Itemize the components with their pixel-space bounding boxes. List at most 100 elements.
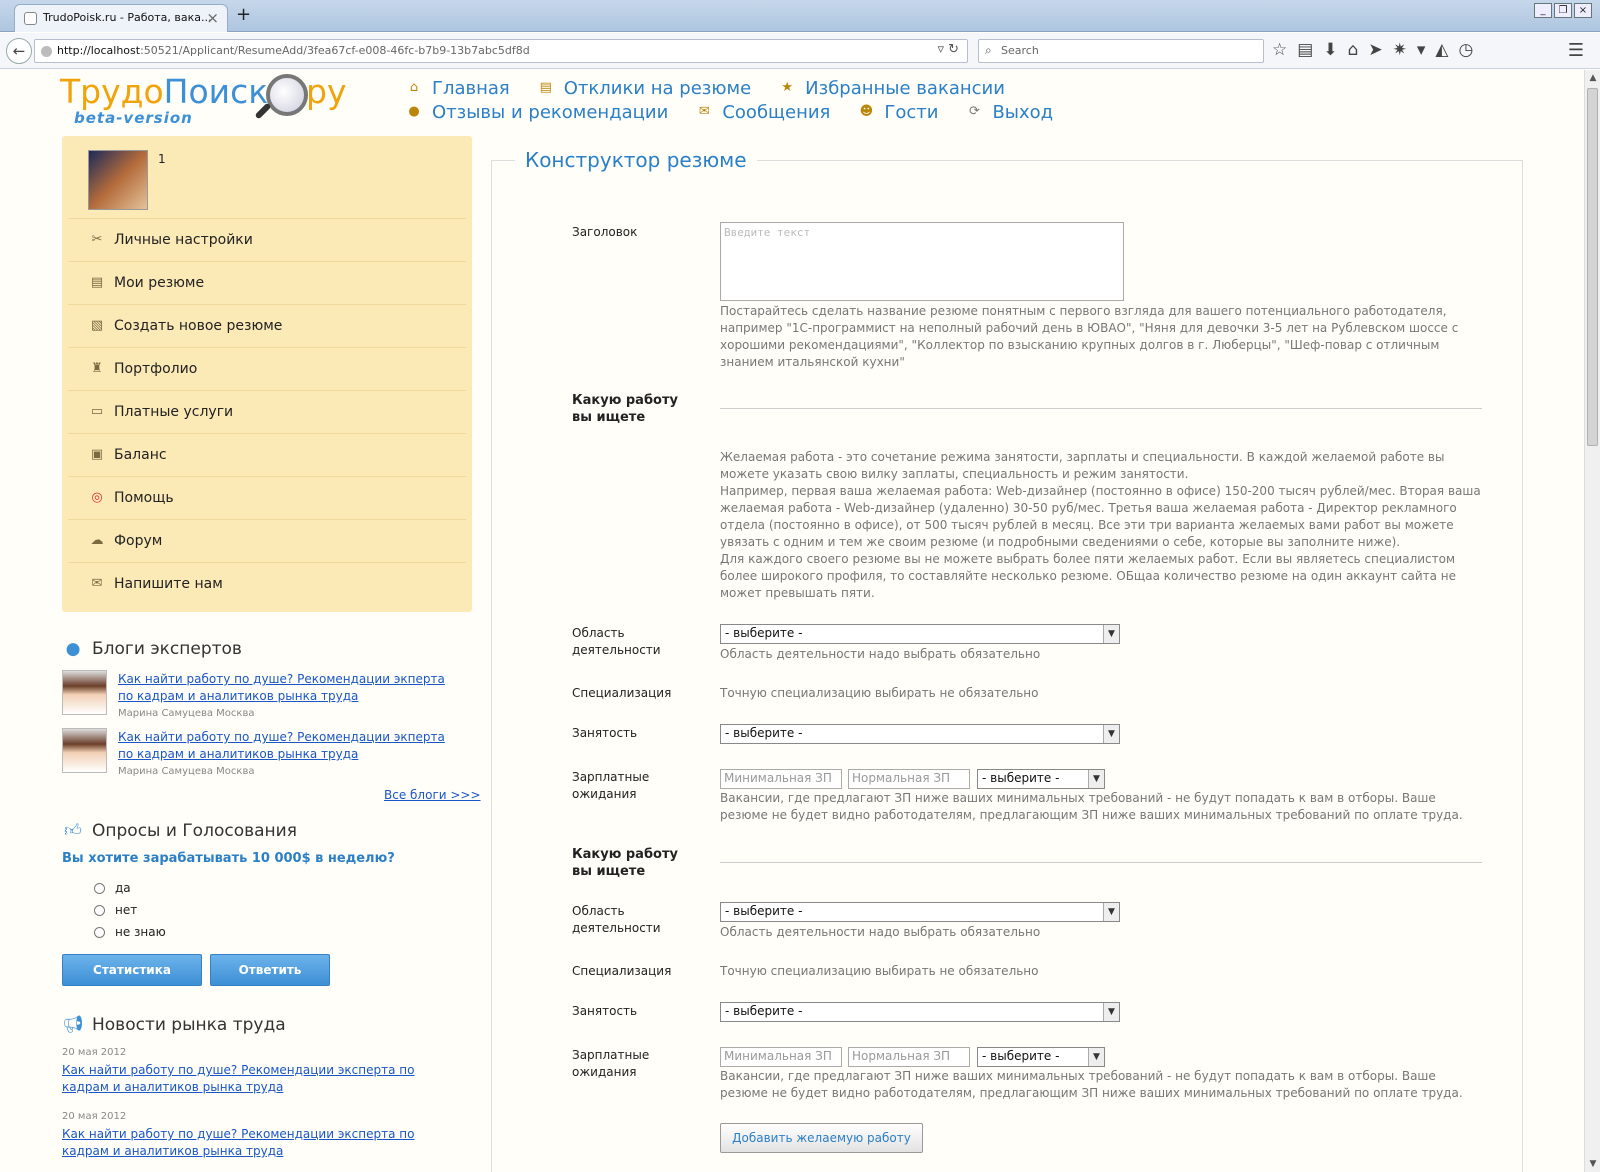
username: 1 xyxy=(158,152,166,166)
employment-select[interactable]: - выберите - ▼ xyxy=(720,1002,1120,1022)
poll-option[interactable]: да xyxy=(94,881,131,895)
maximize-icon[interactable]: ❐ xyxy=(1554,3,1572,18)
poll-option[interactable]: не знаю xyxy=(94,925,166,939)
tab-close-icon[interactable]: × xyxy=(206,9,219,27)
nav-label: Главная xyxy=(432,77,510,99)
nav-label: Сообщения xyxy=(722,101,831,123)
add-job-button[interactable]: Добавить желаемую работу xyxy=(720,1123,923,1153)
poll-question: Вы хотите зарабатывать 10 000$ в неделю? xyxy=(62,851,395,866)
chevron-down-icon[interactable]: ▼ xyxy=(1103,903,1119,921)
min-salary-input[interactable]: Минимальная ЗП xyxy=(720,769,842,789)
nav-home[interactable]: ⌂ Главная xyxy=(406,76,510,100)
scrollbar-thumb[interactable] xyxy=(1587,88,1598,446)
spec-hint: Точную специализацию выбирать не обязате… xyxy=(720,964,1039,978)
nav-label: Выход xyxy=(992,101,1054,123)
avatar[interactable] xyxy=(88,150,148,210)
document-icon: ▤ xyxy=(539,80,552,95)
hamburger-menu-icon[interactable]: ☰ xyxy=(1568,40,1584,61)
news-date: 20 мая 2012 xyxy=(62,1047,127,1058)
close-window-icon[interactable]: × xyxy=(1574,3,1592,18)
bookmark-star-icon[interactable]: ☆ xyxy=(1272,40,1287,60)
back-arrow-icon[interactable]: ← xyxy=(6,38,32,64)
divider xyxy=(720,862,1482,863)
news-link[interactable]: Как найти работу по душе? Рекомендации э… xyxy=(62,1126,462,1160)
area-select[interactable]: - выберите - ▼ xyxy=(720,624,1120,644)
sidebar-item-settings[interactable]: ✂ Личные настройки xyxy=(68,218,466,261)
wallet-icon: ▣ xyxy=(90,447,104,462)
chevron-down-icon[interactable]: ▼ xyxy=(1103,1003,1119,1021)
news-link[interactable]: Как найти работу по душе? Рекомендации э… xyxy=(62,1062,462,1096)
browser-search-input[interactable]: ⌕ Search xyxy=(978,39,1264,63)
sidebar-menu: ✂ Личные настройки ▤ Мои резюме ▧ Создать н… xyxy=(68,218,466,605)
sidebar-item-help[interactable]: ◎ Помощь xyxy=(68,476,466,519)
poll-stats-button[interactable]: Статистика xyxy=(62,954,202,986)
spec-label: Специализация xyxy=(572,964,672,978)
sidebar-item-forum[interactable]: ☁ Форум xyxy=(68,519,466,562)
poll-radio[interactable] xyxy=(94,904,105,916)
top-navigation: ⌂ Главная ▤ Отклики на резюме ★ Избранные в… xyxy=(406,76,1053,124)
nav-exit[interactable]: ⟳ Выход xyxy=(966,100,1053,124)
envelope-icon: ✉ xyxy=(91,576,103,591)
sidebar-item-new-resume[interactable]: ▧ Создать новое резюме xyxy=(68,304,466,347)
send-icon[interactable]: ➤ xyxy=(1368,40,1382,60)
sidebar-item-paid-services[interactable]: ▭ Платные услуги xyxy=(68,390,466,433)
blog-link[interactable]: Как найти работу по душе? Рекомендации э… xyxy=(118,729,458,763)
nav-responses[interactable]: ▤ Отклики на резюме xyxy=(538,76,752,100)
sidebar-item-contact[interactable]: ✉ Напишите нам xyxy=(68,562,466,605)
normal-salary-input[interactable]: Нормальная ЗП xyxy=(848,1047,970,1067)
poll-option[interactable]: нет xyxy=(94,903,137,917)
min-salary-input[interactable]: Минимальная ЗП xyxy=(720,1047,842,1067)
address-bar[interactable]: http://localhost:50521/Applicant/ResumeA… xyxy=(34,39,968,63)
site-identity-icon[interactable] xyxy=(41,46,52,57)
employment-select[interactable]: - выберите - ▼ xyxy=(720,724,1120,744)
salary-label: Зарплатные ожидания xyxy=(572,1048,650,1079)
extension-icon[interactable]: ✷ xyxy=(1393,40,1407,60)
page-scrollbar[interactable]: ▲ ▼ xyxy=(1584,70,1600,1172)
blog-link[interactable]: Как найти работу по душе? Рекомендации э… xyxy=(118,671,458,705)
sidebar-item-my-resumes[interactable]: ▤ Мои резюме xyxy=(68,261,466,304)
nav-messages[interactable]: ✉ Сообщения xyxy=(696,100,830,124)
poll-radio[interactable] xyxy=(94,882,105,894)
downloads-icon[interactable]: ⬇ xyxy=(1323,40,1337,60)
scroll-down-icon[interactable]: ▼ xyxy=(1585,1156,1600,1172)
logo-part2: Поиск xyxy=(163,72,269,111)
blog-author-photo[interactable] xyxy=(62,728,107,773)
salary-hint: Вакансии, где предлагают ЗП ниже ваших м… xyxy=(720,791,1463,822)
browser-tab[interactable]: TrudoPoisk.ru - Работа, вака... × xyxy=(14,4,228,32)
new-resume-icon: ▧ xyxy=(90,318,104,333)
currency-select[interactable]: - выберите - ▼ xyxy=(977,769,1105,789)
poll-radio[interactable] xyxy=(94,926,105,938)
all-blogs-link[interactable]: Все блоги >>> xyxy=(384,788,481,802)
browser-titlebar: TrudoPoisk.ru - Работа, вака... × + _ ❐ … xyxy=(0,0,1600,32)
poll-option-label: да xyxy=(115,881,131,895)
clock-icon[interactable]: ◷ xyxy=(1458,40,1473,60)
reload-icon[interactable]: ▿ ↻ xyxy=(937,42,959,57)
scroll-up-icon[interactable]: ▲ xyxy=(1585,70,1600,86)
sidebar-item-balance[interactable]: ▣ Баланс xyxy=(68,433,466,476)
area-select[interactable]: - выберите - ▼ xyxy=(720,902,1120,922)
currency-select[interactable]: - выберите - ▼ xyxy=(977,1047,1105,1067)
chevron-down-icon[interactable]: ▼ xyxy=(1103,725,1119,743)
site-logo[interactable]: ТрудоПоиск ру beta-version xyxy=(60,72,360,134)
poll-answer-button[interactable]: Ответить xyxy=(210,954,330,986)
chevron-down-icon[interactable]: ▼ xyxy=(1088,1048,1104,1066)
nav-reviews[interactable]: ● Отзывы и рекомендации xyxy=(406,100,668,124)
minimize-icon[interactable]: _ xyxy=(1534,3,1552,18)
dropdown-icon[interactable]: ▾ xyxy=(1417,40,1426,60)
reading-list-icon[interactable]: ▤ xyxy=(1297,40,1313,60)
normal-salary-input[interactable]: Нормальная ЗП xyxy=(848,769,970,789)
chevron-down-icon[interactable]: ▼ xyxy=(1103,625,1119,643)
nav-favorites[interactable]: ★ Избранные вакансии xyxy=(779,76,1005,100)
page-title: Конструктор резюме xyxy=(515,148,757,172)
blog-author-photo[interactable] xyxy=(62,670,107,715)
url-path: :50521/Applicant/ResumeAdd/3fea67cf-e008… xyxy=(140,44,530,57)
sync-icon[interactable]: ◭ xyxy=(1435,40,1448,60)
page-favicon-icon xyxy=(24,12,37,25)
heading-textarea[interactable]: Введите текст xyxy=(720,222,1124,301)
sidebar-item-portfolio[interactable]: ♜ Портфолио xyxy=(68,347,466,390)
new-tab-plus-icon[interactable]: + xyxy=(236,4,251,25)
mail-icon: ✉ xyxy=(698,104,710,119)
chevron-down-icon[interactable]: ▼ xyxy=(1088,770,1104,788)
nav-guests[interactable]: ☻ Гости xyxy=(858,100,939,124)
home-browser-icon[interactable]: ⌂ xyxy=(1348,40,1359,60)
